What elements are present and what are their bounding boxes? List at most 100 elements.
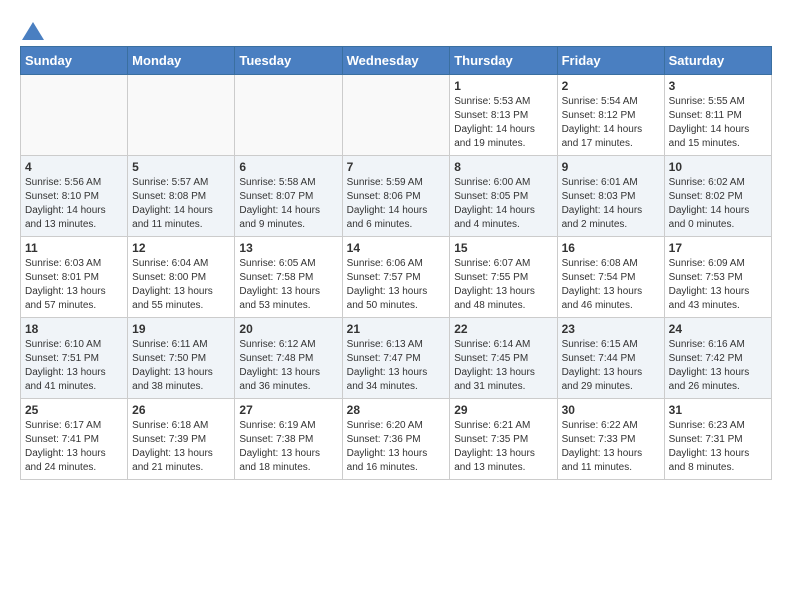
day-info: Sunrise: 6:14 AM Sunset: 7:45 PM Dayligh… xyxy=(454,338,552,394)
day-number: 8 xyxy=(454,160,552,174)
day-info: Sunrise: 5:57 AM Sunset: 8:08 PM Dayligh… xyxy=(132,176,230,232)
calendar-cell: 9Sunrise: 6:01 AM Sunset: 8:03 PM Daylig… xyxy=(557,156,664,237)
calendar-cell xyxy=(342,75,450,156)
day-number: 19 xyxy=(132,322,230,336)
day-number: 4 xyxy=(25,160,123,174)
day-info: Sunrise: 6:06 AM Sunset: 7:57 PM Dayligh… xyxy=(347,257,446,313)
day-number: 14 xyxy=(347,241,446,255)
day-number: 17 xyxy=(669,241,767,255)
day-number: 20 xyxy=(239,322,337,336)
day-info: Sunrise: 6:13 AM Sunset: 7:47 PM Dayligh… xyxy=(347,338,446,394)
calendar-cell: 19 Sunrise: 6:11 AM Sunset: 7:50 PM Dayli… xyxy=(128,318,235,399)
calendar-table: SundayMondayTuesdayWednesdayThursdayFrid… xyxy=(20,46,772,480)
day-info: Sunrise: 6:08 AM Sunset: 7:54 PM Dayligh… xyxy=(562,257,660,313)
day-number: 23 xyxy=(562,322,660,336)
day-number: 6 xyxy=(239,160,337,174)
day-number: 31 xyxy=(669,403,767,417)
day-number: 22 xyxy=(454,322,552,336)
calendar-week-2: 4 Sunrise: 5:56 AM Sunset: 8:10 PM Daylig… xyxy=(21,156,772,237)
calendar-cell: 12Sunrise: 6:04 AM Sunset: 8:00 PM Dayli… xyxy=(128,237,235,318)
day-info: Sunrise: 6:23 AM Sunset: 7:31 PM Dayligh… xyxy=(669,419,767,475)
day-number: 30 xyxy=(562,403,660,417)
calendar-week-3: 11 Sunrise: 6:03 AM Sunset: 8:01 PM Dayli… xyxy=(21,237,772,318)
calendar-cell: 8 Sunrise: 6:00 AM Sunset: 8:05 PM Daylig… xyxy=(450,156,557,237)
day-info: Sunrise: 5:54 AM Sunset: 8:12 PM Dayligh… xyxy=(562,95,660,151)
day-info: Sunrise: 6:05 AM Sunset: 7:58 PM Dayligh… xyxy=(239,257,337,313)
calendar-cell: 29 Sunrise: 6:21 AM Sunset: 7:35 PM Dayli… xyxy=(450,399,557,480)
day-info: Sunrise: 6:21 AM Sunset: 7:35 PM Dayligh… xyxy=(454,419,552,475)
calendar-cell: 10 Sunrise: 6:02 AM Sunset: 8:02 PM Dayli… xyxy=(664,156,771,237)
day-header-sunday: Sunday xyxy=(21,47,128,75)
calendar-header-row: SundayMondayTuesdayWednesdayThursdayFrid… xyxy=(21,47,772,75)
calendar-cell: 11 Sunrise: 6:03 AM Sunset: 8:01 PM Dayli… xyxy=(21,237,128,318)
day-info: Sunrise: 5:59 AM Sunset: 8:06 PM Dayligh… xyxy=(347,176,446,232)
calendar-cell: 1 Sunrise: 5:53 AM Sunset: 8:13 PM Daylig… xyxy=(450,75,557,156)
day-info: Sunrise: 6:09 AM Sunset: 7:53 PM Dayligh… xyxy=(669,257,767,313)
day-number: 29 xyxy=(454,403,552,417)
calendar-cell: 26 Sunrise: 6:18 AM Sunset: 7:39 PM Dayli… xyxy=(128,399,235,480)
calendar-cell: 27 Sunrise: 6:19 AM Sunset: 7:38 PM Dayli… xyxy=(235,399,342,480)
calendar-cell xyxy=(235,75,342,156)
day-info: Sunrise: 6:20 AM Sunset: 7:36 PM Dayligh… xyxy=(347,419,446,475)
day-number: 15 xyxy=(454,241,552,255)
calendar-cell: 22 Sunrise: 6:14 AM Sunset: 7:45 PM Dayli… xyxy=(450,318,557,399)
day-info: Sunrise: 6:22 AM Sunset: 7:33 PM Dayligh… xyxy=(562,419,660,475)
calendar-cell: 5Sunrise: 5:57 AM Sunset: 8:08 PM Daylig… xyxy=(128,156,235,237)
calendar-cell: 24 Sunrise: 6:16 AM Sunset: 7:42 PM Dayli… xyxy=(664,318,771,399)
day-info: Sunrise: 6:07 AM Sunset: 7:55 PM Dayligh… xyxy=(454,257,552,313)
day-number: 7 xyxy=(347,160,446,174)
calendar-cell: 21 Sunrise: 6:13 AM Sunset: 7:47 PM Dayli… xyxy=(342,318,450,399)
calendar-cell: 18Sunrise: 6:10 AM Sunset: 7:51 PM Dayli… xyxy=(21,318,128,399)
calendar-cell: 17 Sunrise: 6:09 AM Sunset: 7:53 PM Dayli… xyxy=(664,237,771,318)
calendar-cell: 31 Sunrise: 6:23 AM Sunset: 7:31 PM Dayli… xyxy=(664,399,771,480)
day-info: Sunrise: 5:56 AM Sunset: 8:10 PM Dayligh… xyxy=(25,176,123,232)
day-info: Sunrise: 5:58 AM Sunset: 8:07 PM Dayligh… xyxy=(239,176,337,232)
day-header-friday: Friday xyxy=(557,47,664,75)
day-info: Sunrise: 6:12 AM Sunset: 7:48 PM Dayligh… xyxy=(239,338,337,394)
calendar-cell: 13 Sunrise: 6:05 AM Sunset: 7:58 PM Dayli… xyxy=(235,237,342,318)
day-header-saturday: Saturday xyxy=(664,47,771,75)
calendar-cell: 23 Sunrise: 6:15 AM Sunset: 7:44 PM Dayli… xyxy=(557,318,664,399)
day-header-monday: Monday xyxy=(128,47,235,75)
day-number: 11 xyxy=(25,241,123,255)
calendar-cell: 2 Sunrise: 5:54 AM Sunset: 8:12 PM Daylig… xyxy=(557,75,664,156)
day-number: 24 xyxy=(669,322,767,336)
day-header-thursday: Thursday xyxy=(450,47,557,75)
day-number: 10 xyxy=(669,160,767,174)
day-number: 27 xyxy=(239,403,337,417)
calendar-cell: 7 Sunrise: 5:59 AM Sunset: 8:06 PM Daylig… xyxy=(342,156,450,237)
calendar-cell xyxy=(21,75,128,156)
day-number: 1 xyxy=(454,79,552,93)
day-info: Sunrise: 6:18 AM Sunset: 7:39 PM Dayligh… xyxy=(132,419,230,475)
logo-icon xyxy=(22,20,44,42)
day-header-tuesday: Tuesday xyxy=(235,47,342,75)
day-number: 26 xyxy=(132,403,230,417)
calendar-cell: 6 Sunrise: 5:58 AM Sunset: 8:07 PM Daylig… xyxy=(235,156,342,237)
day-number: 2 xyxy=(562,79,660,93)
calendar-cell: 14 Sunrise: 6:06 AM Sunset: 7:57 PM Dayli… xyxy=(342,237,450,318)
day-info: Sunrise: 6:03 AM Sunset: 8:01 PM Dayligh… xyxy=(25,257,123,313)
day-info: Sunrise: 6:15 AM Sunset: 7:44 PM Dayligh… xyxy=(562,338,660,394)
day-info: Sunrise: 5:55 AM Sunset: 8:11 PM Dayligh… xyxy=(669,95,767,151)
day-info: Sunrise: 5:53 AM Sunset: 8:13 PM Dayligh… xyxy=(454,95,552,151)
day-info: Sunrise: 6:17 AM Sunset: 7:41 PM Dayligh… xyxy=(25,419,123,475)
day-number: 25 xyxy=(25,403,123,417)
page-header xyxy=(20,20,772,38)
day-info: Sunrise: 6:19 AM Sunset: 7:38 PM Dayligh… xyxy=(239,419,337,475)
day-info: Sunrise: 6:02 AM Sunset: 8:02 PM Dayligh… xyxy=(669,176,767,232)
calendar-week-4: 18Sunrise: 6:10 AM Sunset: 7:51 PM Dayli… xyxy=(21,318,772,399)
day-info: Sunrise: 6:00 AM Sunset: 8:05 PM Dayligh… xyxy=(454,176,552,232)
calendar-cell: 15 Sunrise: 6:07 AM Sunset: 7:55 PM Dayli… xyxy=(450,237,557,318)
day-info: Sunrise: 6:10 AM Sunset: 7:51 PM Dayligh… xyxy=(25,338,123,394)
day-number: 13 xyxy=(239,241,337,255)
calendar-cell xyxy=(128,75,235,156)
calendar-week-5: 25 Sunrise: 6:17 AM Sunset: 7:41 PM Dayli… xyxy=(21,399,772,480)
day-number: 21 xyxy=(347,322,446,336)
day-header-wednesday: Wednesday xyxy=(342,47,450,75)
day-info: Sunrise: 6:16 AM Sunset: 7:42 PM Dayligh… xyxy=(669,338,767,394)
day-info: Sunrise: 6:11 AM Sunset: 7:50 PM Dayligh… xyxy=(132,338,230,394)
day-info: Sunrise: 6:01 AM Sunset: 8:03 PM Dayligh… xyxy=(562,176,660,232)
calendar-cell: 4 Sunrise: 5:56 AM Sunset: 8:10 PM Daylig… xyxy=(21,156,128,237)
day-number: 16 xyxy=(562,241,660,255)
day-number: 28 xyxy=(347,403,446,417)
